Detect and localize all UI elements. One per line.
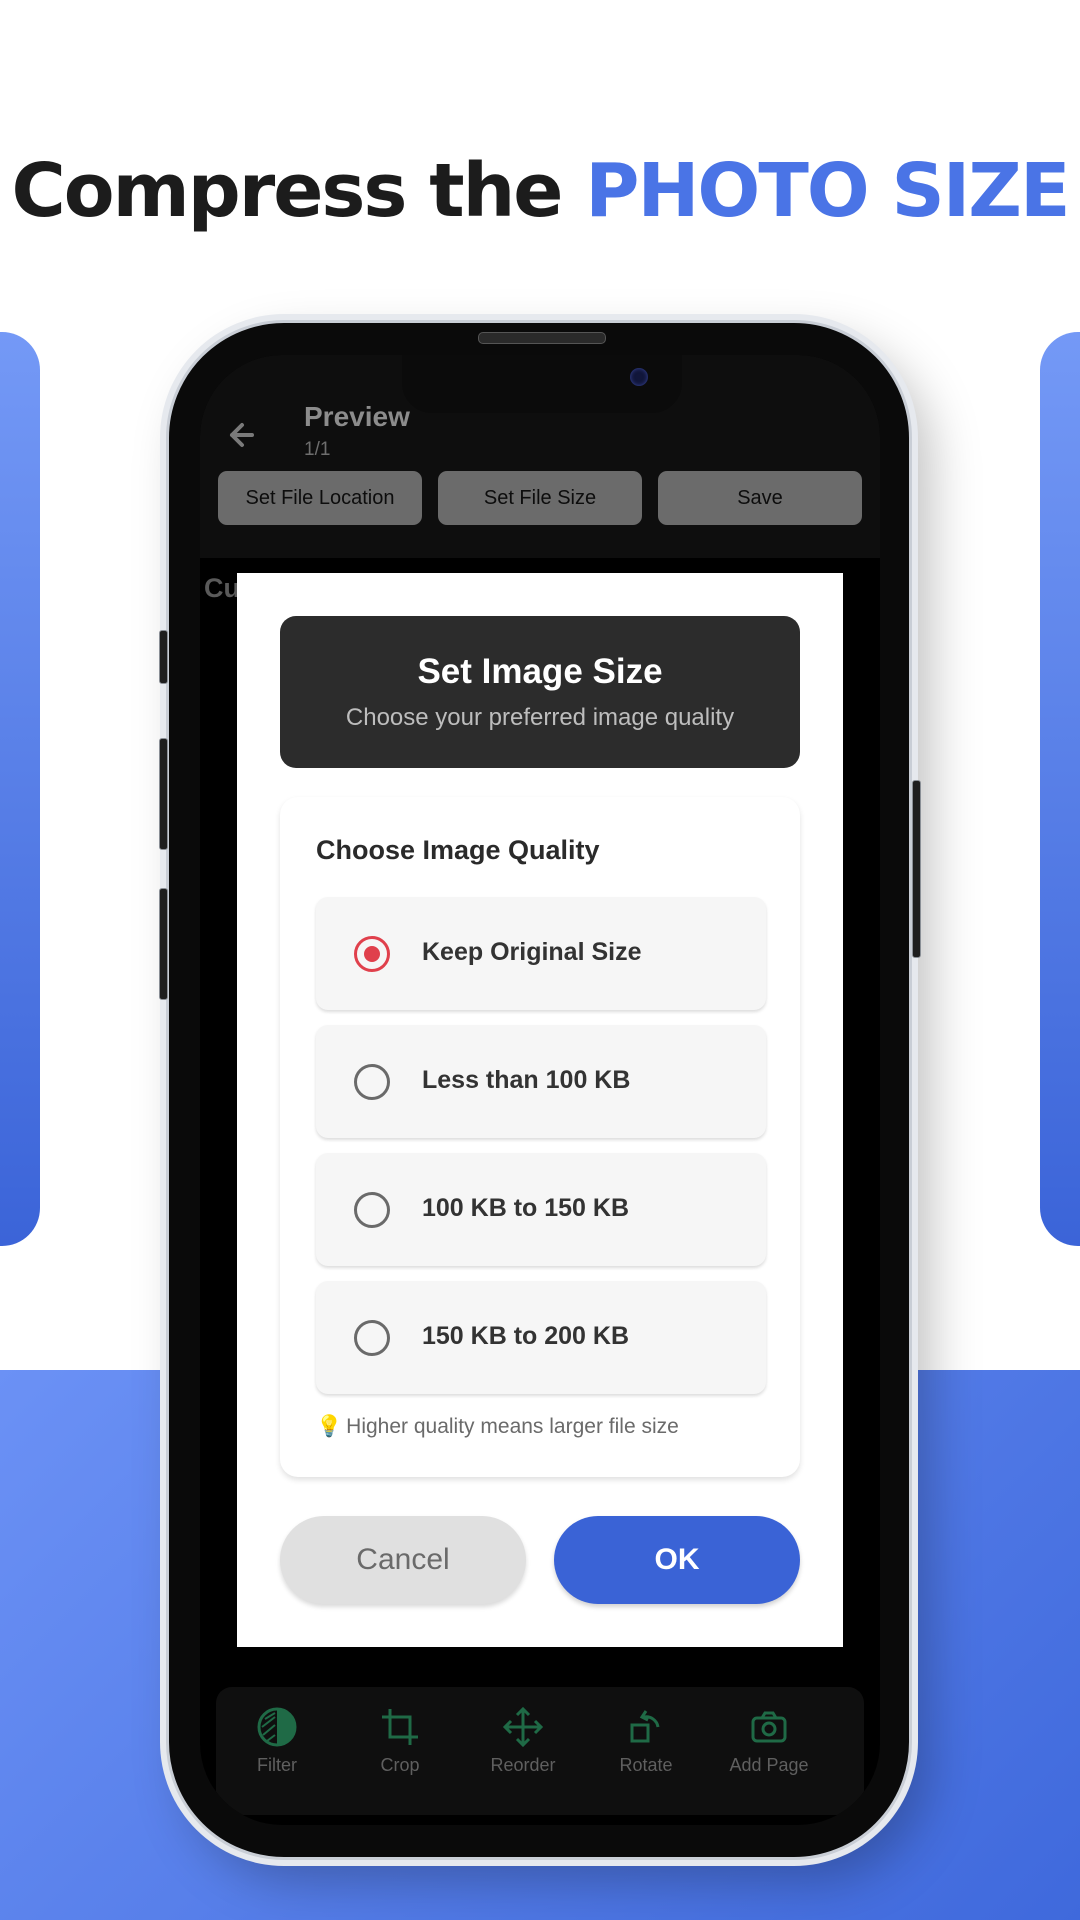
phone-screen: Preview 1/1 Set File Location Set File S… [200,355,880,1825]
lightbulb-icon: 💡 [316,1415,343,1438]
radio-unselected[interactable] [354,1192,390,1228]
save-button[interactable]: Save [658,471,862,525]
set-file-location-button[interactable]: Set File Location [218,471,422,525]
reorder-label: Reorder [490,1755,556,1775]
option-label: Less than 100 KB [422,1066,631,1094]
reorder-tool[interactable]: Reorder [462,1705,584,1805]
front-camera [630,368,648,386]
side-decoration-left [0,332,40,1246]
quality-hint: 💡 Higher quality means larger file size [316,1415,679,1439]
phone-notch [402,355,682,413]
option-label: Keep Original Size [422,938,642,966]
headline-text: Compress the [11,148,563,234]
option-label: 100 KB to 150 KB [422,1194,630,1222]
add-page-label: Add Page [729,1755,809,1775]
crop-tool[interactable]: Crop [339,1705,461,1805]
filter-icon [257,1707,297,1747]
rotate-icon [630,1710,660,1743]
option-less-than-100kb[interactable]: Less than 100 KB [316,1025,766,1138]
quality-section-label: Choose Image Quality [316,835,600,865]
phone-speaker [478,332,606,344]
option-100-to-150kb[interactable]: 100 KB to 150 KB [316,1153,766,1266]
radio-unselected[interactable] [354,1320,390,1356]
option-keep-original[interactable]: Keep Original Size [316,897,766,1010]
ok-button[interactable]: OK [554,1516,800,1604]
side-decoration-right [1040,332,1080,1246]
crop-icon [382,1709,418,1745]
phone-volume-up-button [159,738,168,850]
page-indicator: 1/1 [304,439,331,460]
filter-tool[interactable]: Filter [216,1705,338,1805]
cancel-button[interactable]: Cancel [280,1516,526,1604]
move-icon [502,1706,544,1748]
phone-mute-button [159,630,168,684]
rotate-label: Rotate [619,1755,673,1775]
image-size-dialog: Set Image Size Choose your preferred ima… [237,573,843,1647]
dialog-title: Set Image Size [417,652,663,691]
filter-label: Filter [257,1755,297,1775]
rotate-tool[interactable]: Rotate [585,1705,707,1805]
quality-card: Choose Image Quality Keep Original Size … [280,797,800,1477]
add-page-tool[interactable]: Add Page [708,1705,830,1805]
headline-accent: PHOTO SIZE [585,148,1070,234]
background-label: Cu [204,573,240,603]
hint-text: Higher quality means larger file size [346,1415,679,1438]
back-arrow-icon[interactable] [222,413,266,457]
phone-power-button [912,780,921,958]
dialog-header: Set Image Size Choose your preferred ima… [280,616,800,768]
option-150-to-200kb[interactable]: 150 KB to 200 KB [316,1281,766,1394]
option-label: 150 KB to 200 KB [422,1322,630,1350]
screen-title: Preview [304,401,410,432]
camera-icon [751,1711,787,1743]
radio-selected[interactable] [354,936,390,972]
dialog-subtitle: Choose your preferred image quality [345,704,735,731]
bottom-toolbar: Filter Crop Reorder Rotate Add Page [216,1687,864,1815]
crop-label: Crop [380,1755,420,1775]
headline: Compress the PHOTO SIZE [0,148,1080,234]
set-file-size-button[interactable]: Set File Size [438,471,642,525]
radio-unselected[interactable] [354,1064,390,1100]
phone-volume-down-button [159,888,168,1000]
